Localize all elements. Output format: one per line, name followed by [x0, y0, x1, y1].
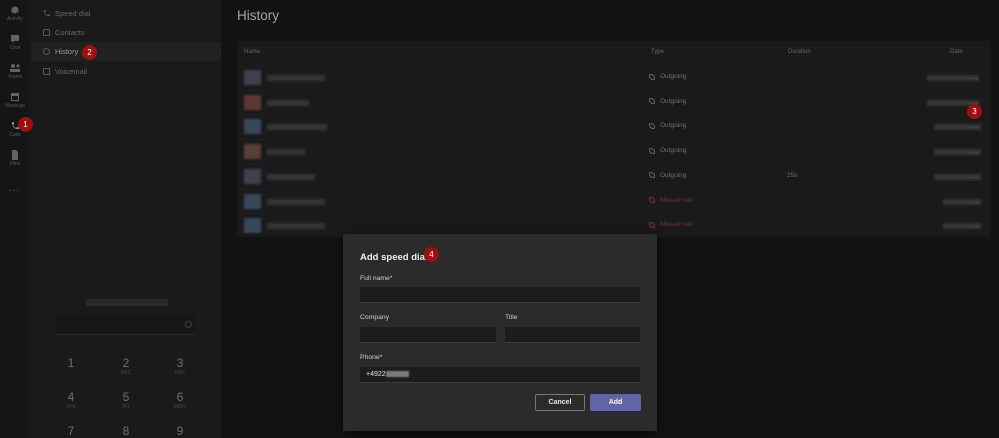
company-label: Company	[360, 314, 390, 321]
add-speed-dial-dialog: Add speed dial Full name* Company Title …	[343, 234, 657, 431]
company-field[interactable]	[360, 327, 496, 343]
cancel-button[interactable]: Cancel	[535, 394, 585, 411]
callout-badge: 4	[424, 247, 439, 262]
add-button[interactable]: Add	[590, 394, 641, 411]
callout-badge: 1	[18, 117, 33, 132]
phone-label: Phone*	[360, 354, 383, 361]
redacted-phone-digits	[385, 371, 409, 377]
full-name-label: Full name*	[360, 275, 393, 282]
dialog-title: Add speed dial	[360, 252, 428, 263]
title-label: Title	[505, 314, 518, 321]
callout-badge: 3	[967, 104, 982, 119]
teams-app: Activity Chat Teams Meetings Calls Files…	[0, 0, 999, 438]
full-name-field[interactable]	[360, 287, 640, 303]
title-field[interactable]	[505, 327, 640, 343]
callout-badge: 2	[82, 45, 97, 60]
phone-value: +4922	[366, 371, 386, 378]
phone-field[interactable]: +4922	[360, 367, 640, 383]
